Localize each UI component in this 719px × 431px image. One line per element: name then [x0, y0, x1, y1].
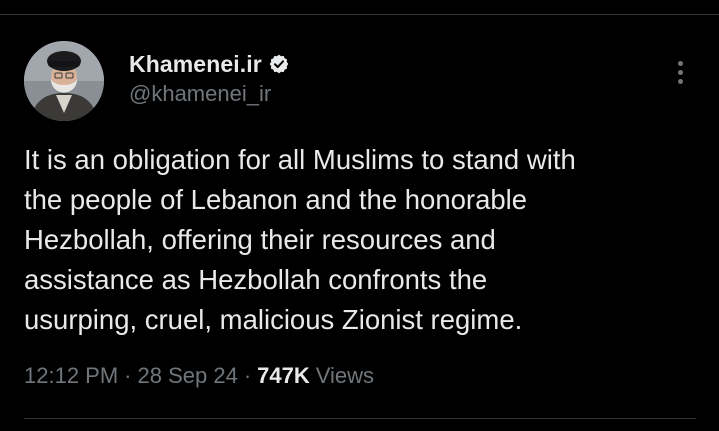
tweet-meta: 12:12 PM · 28 Sep 24 · 747K Views [24, 363, 374, 389]
tweet-text-line: It is an obligation for all Muslims to s… [24, 144, 576, 175]
bottom-divider [24, 418, 696, 419]
more-options-icon[interactable] [668, 56, 692, 88]
author-display-name[interactable]: Khamenei.ir [129, 51, 262, 78]
verified-badge-icon[interactable] [268, 53, 290, 75]
tweet-date[interactable]: 28 Sep 24 [138, 363, 238, 389]
tweet-text-line: Hezbollah, offering their resources and [24, 224, 496, 255]
author-block: Khamenei.ir @khamenei_ir [129, 50, 290, 107]
views-label[interactable]: Views [316, 363, 374, 389]
tweet-text-line: the people of Lebanon and the honorable [24, 184, 528, 215]
avatar[interactable] [24, 41, 104, 121]
tweet-text-line: assistance as Hezbollah confronts the [24, 264, 488, 295]
author-handle[interactable]: @khamenei_ir [129, 81, 290, 107]
more-dot [677, 69, 683, 75]
avatar-image [24, 41, 104, 121]
author-name-row: Khamenei.ir [129, 50, 290, 78]
more-dot [677, 60, 683, 66]
meta-separator: · [124, 363, 132, 388]
top-divider [0, 14, 719, 15]
tweet-time[interactable]: 12:12 PM [24, 363, 118, 389]
tweet-text-line: usurping, cruel, malicious Zionist regim… [24, 304, 523, 335]
meta-separator: · [243, 363, 252, 388]
more-dot [677, 78, 683, 84]
views-count[interactable]: 747K [257, 363, 310, 389]
tweet-text: It is an obligation for all Muslims to s… [24, 140, 696, 340]
